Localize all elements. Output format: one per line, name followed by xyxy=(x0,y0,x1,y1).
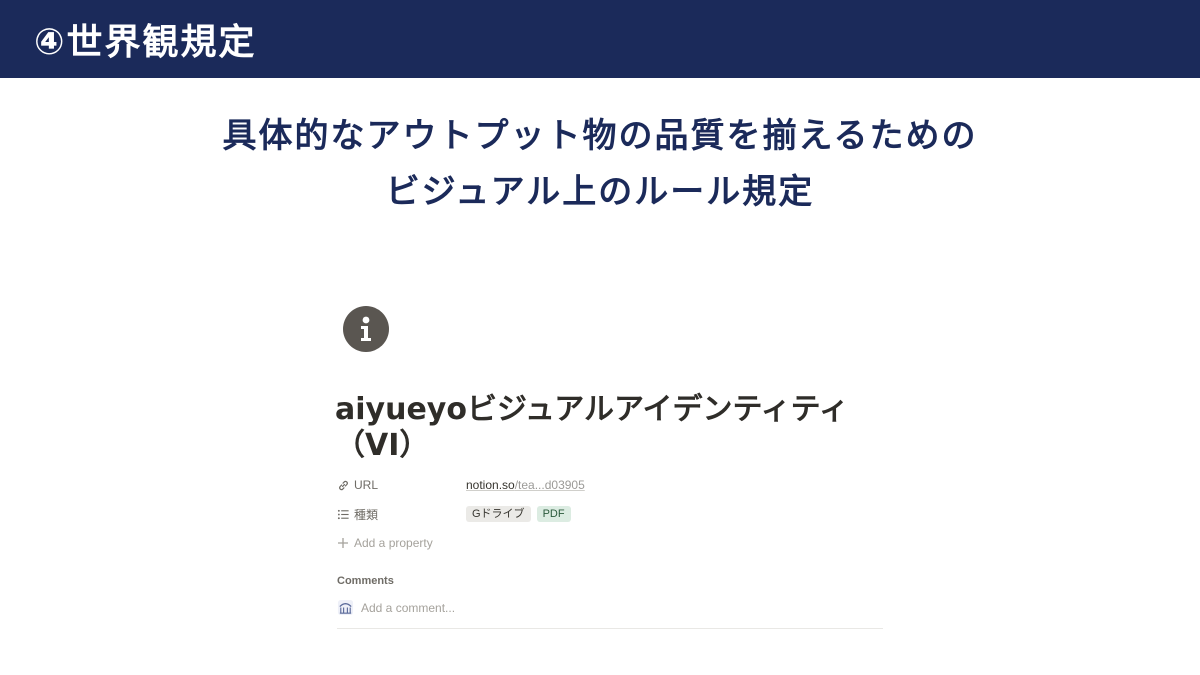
add-comment-input[interactable]: Add a comment... xyxy=(337,599,455,616)
tag-pdf[interactable]: PDF xyxy=(536,506,571,522)
property-url-value[interactable]: notion.so/tea...d03905 xyxy=(466,478,585,492)
property-type-row[interactable]: 種類 Gドライブ PDF xyxy=(337,505,577,523)
url-domain[interactable]: notion.so xyxy=(466,478,515,492)
avatar xyxy=(337,599,354,616)
link-icon xyxy=(339,480,348,490)
list-icon xyxy=(337,509,349,519)
slide-subtitle: 具体的なアウトプット物の品質を揃えるための ビジュアル上のルール規定 xyxy=(0,108,1200,220)
add-comment-placeholder: Add a comment... xyxy=(361,600,456,615)
plus-icon xyxy=(338,538,348,548)
page-title[interactable]: aiyueyoビジュアルアイデンティティ（VI） xyxy=(335,392,865,464)
add-property-label: Add a property xyxy=(354,536,433,550)
comments-heading: Comments xyxy=(337,575,394,587)
property-url-row[interactable]: URL notion.so/tea...d03905 xyxy=(337,476,585,494)
tag-gdrive[interactable]: Gドライブ xyxy=(466,506,531,522)
banner-title: ④世界観規定 xyxy=(34,22,257,63)
add-property-button[interactable]: Add a property xyxy=(337,536,433,550)
subtitle-line-1: 具体的なアウトプット物の品質を揃えるための xyxy=(222,116,978,156)
subtitle-line-2: ビジュアル上のルール規定 xyxy=(385,172,815,212)
property-url-label: URL xyxy=(354,478,379,492)
header-banner: ④世界観規定 xyxy=(0,0,1200,78)
info-icon[interactable] xyxy=(343,306,389,352)
url-path[interactable]: /tea...d03905 xyxy=(515,478,585,492)
divider xyxy=(337,628,883,629)
property-type-label: 種類 xyxy=(354,507,379,522)
